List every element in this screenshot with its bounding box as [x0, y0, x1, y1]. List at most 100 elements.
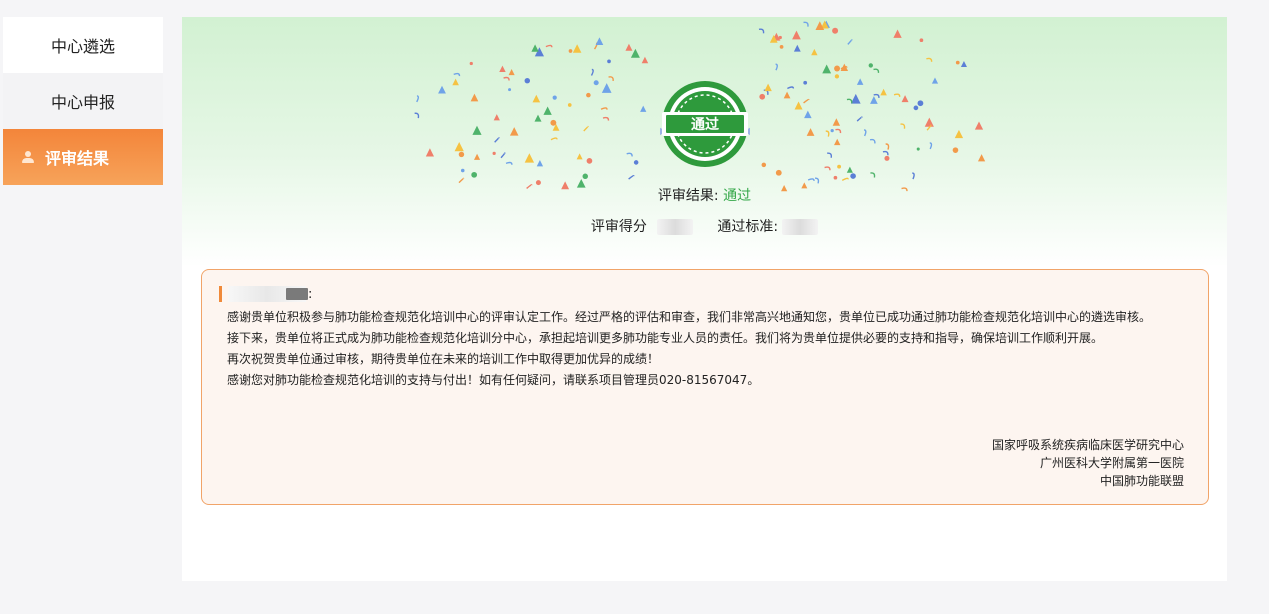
- confetti-piece: [593, 80, 599, 86]
- confetti-piece: [586, 92, 591, 98]
- user-icon: [21, 150, 35, 164]
- confetti-piece: [524, 153, 535, 163]
- confetti-piece: [458, 177, 465, 184]
- confetti-piece: [425, 148, 434, 157]
- signature-line: 中国肺功能联盟: [1099, 474, 1184, 488]
- confetti-piece: [893, 29, 902, 38]
- confetti-piece: [775, 63, 778, 71]
- sidebar-item-center-application[interactable]: 中心申报: [3, 73, 163, 129]
- confetti-piece: [779, 45, 784, 49]
- confetti-piece: [804, 110, 812, 119]
- confetti-piece: [568, 49, 573, 53]
- confetti-piece: [508, 88, 512, 92]
- recipient-name-redacted-mark: [286, 288, 308, 300]
- confetti-piece: [600, 107, 608, 110]
- confetti-piece: [803, 80, 808, 85]
- confetti-piece: [572, 44, 582, 53]
- sidebar-item-label: 评审结果: [45, 149, 110, 168]
- confetti-piece: [783, 91, 791, 99]
- confetti-piece: [628, 174, 635, 180]
- confetti-piece: [873, 68, 880, 73]
- seal-label: 通过: [691, 116, 719, 133]
- confetti-piece: [833, 175, 838, 180]
- confetti-piece: [955, 60, 960, 65]
- confetti-piece: [834, 74, 840, 79]
- confetti-piece: [493, 114, 500, 121]
- sidebar-item-label: 中心遴选: [50, 37, 115, 56]
- confetti-piece: [885, 143, 890, 150]
- confetti-piece: [880, 88, 887, 96]
- confetti-piece: [545, 44, 553, 48]
- confetti-piece: [608, 76, 614, 82]
- notice-paragraph: 接下来，贵单位将正式成为肺功能检查规范化培训分中心，承担起培训更多肺功能专业人员…: [227, 331, 1104, 345]
- sidebar-item-center-selection[interactable]: 中心遴选: [3, 17, 163, 73]
- confetti-piece: [416, 95, 420, 103]
- confetti-piece: [494, 137, 500, 143]
- confetti-piece: [778, 35, 782, 40]
- confetti-piece: [869, 138, 876, 144]
- sidebar-item-review-result[interactable]: 评审结果: [3, 129, 163, 185]
- result-label: 评审结果:: [657, 188, 719, 204]
- confetti-piece: [834, 65, 841, 72]
- confetti-piece: [509, 127, 519, 136]
- confetti-piece: [835, 128, 842, 134]
- confetti-piece: [625, 43, 633, 51]
- standard-label: 通过标准:: [717, 219, 779, 235]
- confetti-piece: [870, 172, 876, 178]
- score-line: 评审得分 通过标准:: [182, 216, 1227, 236]
- confetti-piece: [758, 28, 765, 34]
- confetti-piece: [452, 78, 459, 86]
- confetti-piece: [472, 125, 482, 135]
- confetti-piece: [929, 142, 933, 150]
- confetti-piece: [822, 64, 832, 74]
- confetti-piece: [576, 153, 583, 160]
- confetti-piece: [524, 77, 531, 84]
- review-result-line: 评审结果: 通过: [182, 185, 1227, 205]
- notice-body: 感谢贵单位积极参与肺功能检查规范化培训中心的评审认定工作。经过严格的评估和审查，…: [227, 307, 1187, 391]
- confetti-piece: [590, 68, 594, 76]
- confetti-piece: [583, 125, 589, 132]
- confetti-piece: [640, 105, 647, 112]
- confetti-piece: [532, 94, 541, 103]
- confetti-piece: [458, 151, 465, 158]
- confetti-piece: [913, 105, 919, 111]
- confetti-piece: [954, 129, 964, 139]
- confetti-piece: [500, 152, 506, 159]
- confetti-piece: [834, 138, 841, 146]
- confetti-piece: [764, 83, 772, 92]
- confetti-piece: [607, 59, 611, 64]
- notice-paragraph: 再次祝贺贵单位通过审核，期待贵单位在未来的培训工作中取得更加优异的成绩！: [227, 352, 660, 366]
- confetti-piece: [567, 103, 572, 107]
- confetti-piece: [469, 61, 473, 66]
- confetti-piece: [787, 86, 795, 90]
- confetti-piece: [759, 93, 766, 100]
- confetti-piece: [761, 162, 767, 168]
- notice-signature: 国家呼吸系统疾病临床医学研究中心 广州医科大学附属第一医院 中国肺功能联盟: [992, 436, 1184, 490]
- confetti-piece: [803, 98, 810, 104]
- main-panel: 通过 评审结果: 通过 评审得分 通过标准: : 感谢贵单位积极参与肺功能检查规…: [182, 17, 1227, 581]
- confetti-piece: [882, 150, 889, 156]
- confetti-piece: [901, 95, 909, 103]
- confetti-piece: [850, 173, 856, 179]
- confetti-piece: [505, 161, 513, 165]
- confetti-piece: [414, 112, 420, 119]
- confetti-piece: [893, 93, 901, 97]
- pass-seal-icon: 通过: [660, 81, 750, 167]
- confetti-piece: [586, 158, 593, 164]
- confetti-piece: [806, 128, 815, 136]
- confetti-piece: [471, 171, 478, 178]
- confetti-piece: [775, 169, 782, 176]
- confetti-piece: [552, 95, 557, 100]
- confetti-piece: [974, 121, 984, 130]
- confetti-piece: [931, 77, 939, 84]
- confetti-piece: [543, 106, 552, 115]
- confetti-piece: [824, 166, 831, 171]
- notice-header: :: [219, 285, 312, 303]
- accent-bar: [219, 286, 222, 302]
- confetti-piece: [792, 30, 801, 40]
- recipient-colon: :: [308, 286, 313, 302]
- confetti-piece: [550, 119, 557, 126]
- signature-line: 广州医科大学附属第一医院: [1039, 456, 1184, 470]
- confetti-piece: [536, 160, 544, 167]
- confetti-piece: [803, 21, 809, 27]
